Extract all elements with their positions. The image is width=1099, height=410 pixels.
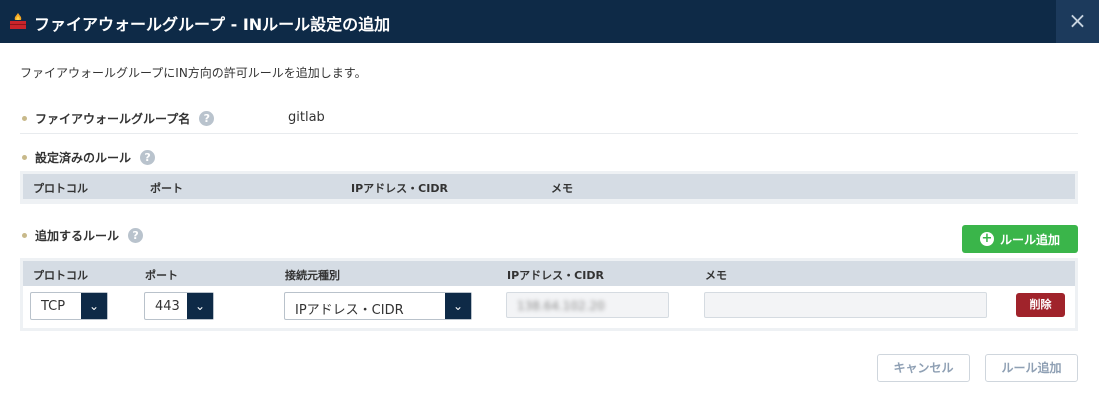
table-row: TCP ⌄ 443 ⌄ IPアドレス・CIDR ⌄ 138.64.102.20 … (23, 286, 1075, 328)
column-header-source-type: 接続元種別 (285, 269, 340, 282)
close-icon: × (1068, 9, 1087, 34)
existing-rules-label: 設定済みのルール ? (22, 149, 156, 166)
port-select[interactable]: 443 ⌄ (144, 292, 214, 320)
column-header-port: ポート (145, 269, 178, 282)
chevron-down-icon: ⌄ (187, 293, 213, 319)
firewall-icon (10, 13, 26, 29)
help-icon[interactable]: ? (128, 228, 144, 243)
firewall-group-name-value: gitlab (288, 110, 325, 125)
existing-rules-header: プロトコル ポート IPアドレス・CIDR メモ (23, 174, 1075, 199)
chevron-down-icon: ⌄ (445, 293, 471, 319)
add-rule-button[interactable]: + ルール追加 (962, 225, 1078, 253)
dialog-description: ファイアウォールグループにIN方向の許可ルールを追加します。 (20, 66, 367, 80)
delete-row-button[interactable]: 削除 (1016, 293, 1065, 317)
column-header-memo: メモ (705, 269, 727, 282)
column-header-protocol: プロトコル (33, 269, 88, 282)
divider (20, 133, 1078, 134)
column-header-ip-cidr: IPアドレス・CIDR (351, 182, 448, 195)
firewall-group-name-label: ファイアウォールグループ名 ? (22, 110, 215, 127)
dialog-titlebar: ファイアウォールグループ - INルール設定の追加 × (0, 0, 1099, 43)
memo-input[interactable] (704, 292, 987, 318)
protocol-select[interactable]: TCP ⌄ (30, 292, 108, 320)
bullet-icon (22, 155, 27, 160)
bullet-icon (22, 116, 27, 121)
new-rules-label: 追加するルール ? (22, 227, 144, 244)
column-header-ip-cidr: IPアドレス・CIDR (507, 269, 604, 282)
bullet-icon (22, 233, 27, 238)
ip-cidr-input[interactable]: 138.64.102.20 (506, 292, 669, 318)
existing-rules-table: プロトコル ポート IPアドレス・CIDR メモ (20, 171, 1078, 204)
plus-circle-icon: + (979, 231, 994, 246)
new-rules-header: プロトコル ポート 接続元種別 IPアドレス・CIDR メモ (23, 261, 1075, 286)
submit-add-rule-button[interactable]: ルール追加 (985, 354, 1078, 382)
column-header-protocol: プロトコル (33, 182, 88, 195)
help-icon[interactable]: ? (140, 150, 156, 165)
chevron-down-icon: ⌄ (81, 293, 107, 319)
column-header-port: ポート (150, 182, 183, 195)
column-header-memo: メモ (551, 182, 573, 195)
source-type-select[interactable]: IPアドレス・CIDR ⌄ (284, 292, 472, 320)
help-icon[interactable]: ? (199, 111, 215, 126)
close-button[interactable]: × (1056, 0, 1099, 43)
new-rules-table: プロトコル ポート 接続元種別 IPアドレス・CIDR メモ TCP ⌄ 443… (20, 258, 1078, 331)
dialog-title: ファイアウォールグループ - INルール設定の追加 (34, 15, 391, 34)
cancel-button[interactable]: キャンセル (877, 354, 970, 382)
